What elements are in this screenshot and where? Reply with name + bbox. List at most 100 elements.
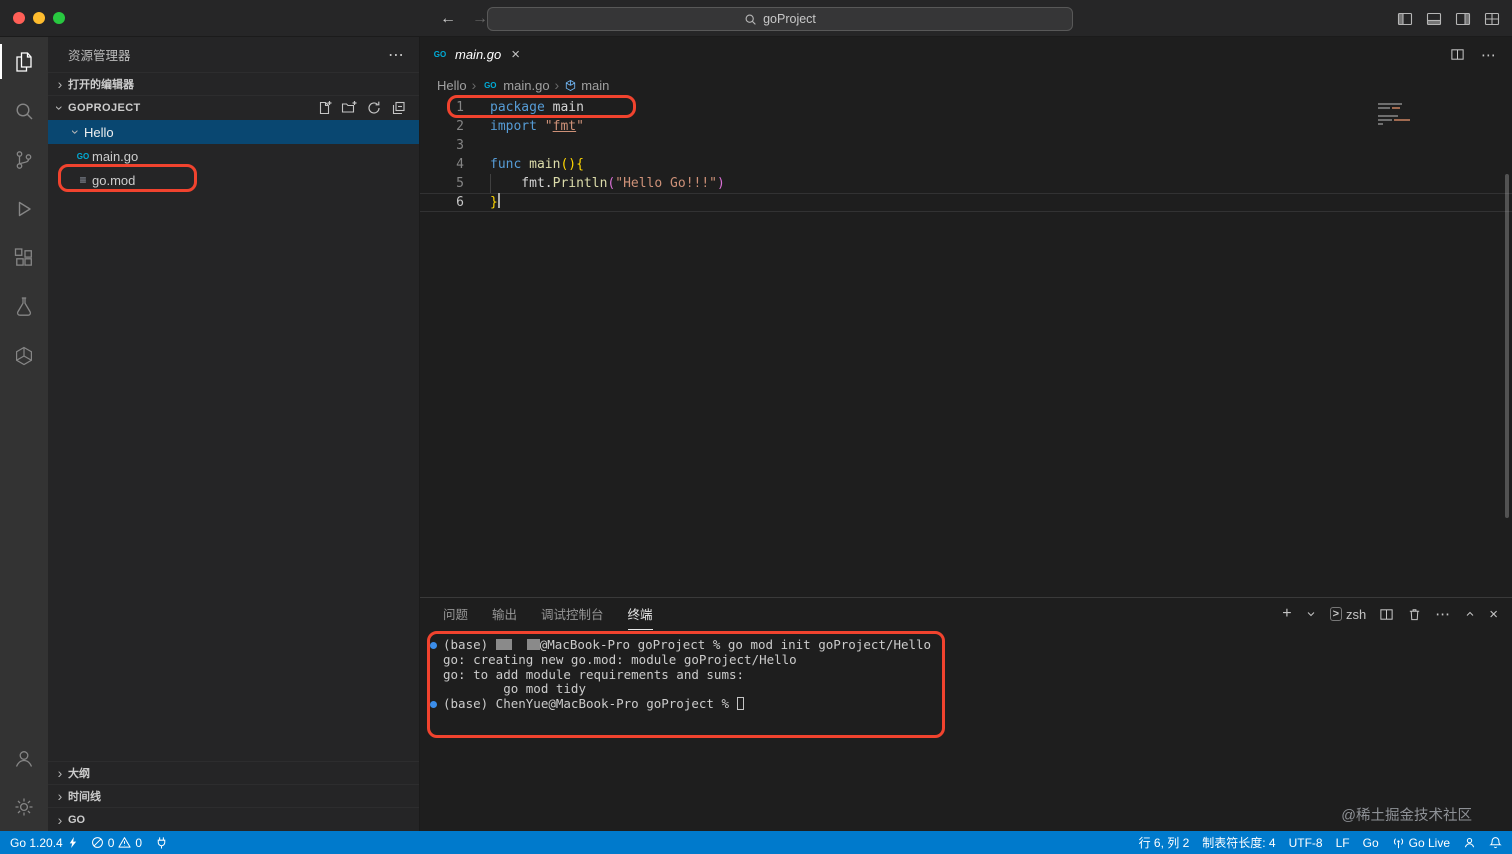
go-file-icon: GO	[76, 151, 90, 161]
go-version-item[interactable]: Go 1.20.4	[10, 836, 78, 850]
line-number: 3	[456, 138, 464, 153]
encoding-item[interactable]: UTF-8	[1289, 836, 1323, 850]
eol-item[interactable]: LF	[1336, 836, 1350, 850]
tree-item-main-go[interactable]: GO main.go	[48, 144, 419, 168]
search-icon	[744, 13, 757, 26]
terminal-cursor	[736, 697, 744, 711]
minimize-window-button[interactable]	[33, 12, 45, 24]
panel-more-actions-icon[interactable]: ⋯	[1435, 605, 1451, 623]
toggle-panel-icon[interactable]	[1426, 11, 1442, 27]
window-controls	[0, 12, 65, 24]
terminal-shell-item[interactable]: > zsh	[1329, 607, 1366, 622]
minimap[interactable]	[1378, 103, 1498, 127]
split-terminal-icon[interactable]	[1379, 607, 1394, 622]
terminal-line: go: to add module requirements and sums:	[443, 666, 745, 682]
outline-section[interactable]: › 大纲	[48, 761, 419, 784]
settings-gear-icon[interactable]	[0, 782, 48, 831]
customize-layout-icon[interactable]	[1484, 11, 1500, 27]
split-editor-icon[interactable]	[1450, 47, 1465, 62]
redacted-text	[526, 639, 540, 650]
terminal[interactable]: (base) @MacBook-Pro goProject % go mod i…	[420, 630, 1512, 831]
plug-icon[interactable]	[155, 836, 168, 849]
code-line[interactable]: 5 fmt.Println("Hello Go!!!")	[420, 174, 1512, 193]
new-terminal-icon[interactable]: +	[1282, 605, 1291, 623]
timeline-section[interactable]: › 时间线	[48, 784, 419, 807]
text-cursor	[497, 193, 500, 208]
new-file-icon[interactable]	[316, 100, 332, 116]
tab-main-go[interactable]: GO main.go ×	[420, 37, 532, 72]
explorer-sidebar: 资源管理器 ⋯ › 打开的编辑器 › GOPROJECT › Hello GO	[48, 37, 420, 831]
terminal-dropdown-icon[interactable]	[1305, 608, 1317, 620]
terminal-line: (base) @MacBook-Pro goProject % go mod i…	[430, 637, 1512, 653]
go-file-icon: GO	[433, 50, 447, 59]
code-line[interactable]: 6}	[420, 193, 1512, 212]
tab-debug-console[interactable]: 调试控制台	[541, 598, 604, 630]
close-tab-icon[interactable]: ×	[511, 46, 520, 63]
terminal-content: (base) @MacBook-Pro goProject % go mod i…	[430, 637, 1512, 712]
testing-icon[interactable]	[0, 282, 48, 331]
file-tree: › Hello GO main.go ≡ go.mod	[48, 120, 419, 192]
code-line[interactable]: 4 func main(){	[420, 155, 1512, 174]
project-section-header[interactable]: › GOPROJECT	[48, 96, 419, 120]
editor-more-actions-icon[interactable]: ⋯	[1481, 46, 1497, 64]
back-button[interactable]: ←	[440, 10, 456, 28]
open-editors-label: 打开的编辑器	[68, 79, 134, 91]
language-mode-item[interactable]: Go	[1363, 836, 1379, 850]
maximize-panel-icon[interactable]	[1464, 608, 1476, 620]
tab-terminal[interactable]: 终端	[627, 598, 653, 630]
open-editors-section[interactable]: › 打开的编辑器	[48, 72, 419, 96]
toggle-sidebar-icon[interactable]	[1397, 11, 1413, 27]
openai-extension-icon[interactable]	[0, 331, 48, 380]
bell-icon[interactable]	[1489, 836, 1502, 849]
tree-item-hello-folder[interactable]: › Hello	[48, 120, 419, 144]
tab-size-item[interactable]: 制表符长度: 4	[1202, 834, 1275, 851]
code-line[interactable]: 1 package main	[420, 98, 1512, 117]
command-decoration-dot	[430, 701, 437, 709]
code-line[interactable]: 2 import "fmt"	[420, 117, 1512, 136]
command-center-search[interactable]: goProject	[487, 7, 1073, 31]
chevron-right-icon: ›	[57, 811, 63, 828]
go-file-icon: GO	[484, 80, 497, 90]
breadcrumb-folder[interactable]: Hello	[437, 78, 467, 93]
tree-item-go-mod[interactable]: ≡ go.mod	[48, 168, 419, 192]
search-sidebar-icon[interactable]	[0, 86, 48, 135]
editor-scrollbar[interactable]	[1505, 174, 1509, 518]
sidebar-more-actions-icon[interactable]: ⋯	[388, 45, 405, 65]
go-section[interactable]: › GO	[48, 807, 419, 831]
redacted-text	[495, 639, 512, 650]
tab-problems[interactable]: 问题	[443, 598, 468, 630]
collapse-folders-icon[interactable]	[391, 100, 407, 116]
go-live-item[interactable]: Go Live	[1392, 836, 1450, 850]
close-panel-icon[interactable]: ×	[1489, 606, 1498, 623]
line-number: 1	[456, 100, 464, 115]
kill-terminal-icon[interactable]	[1407, 607, 1422, 622]
bottom-panel: 问题 输出 调试控制台 终端 + > zsh ⋯ × (base) @MacBo	[420, 597, 1512, 831]
extensions-icon[interactable]	[0, 233, 48, 282]
new-folder-icon[interactable]	[341, 100, 357, 116]
accounts-icon[interactable]	[0, 733, 48, 782]
breadcrumb-symbol[interactable]: main	[564, 78, 609, 93]
terminal-line: go mod tidy	[443, 681, 586, 697]
indent-guide	[490, 174, 491, 193]
toggle-secondary-sidebar-icon[interactable]	[1455, 11, 1471, 27]
feedback-icon[interactable]	[1463, 836, 1476, 849]
forward-button[interactable]: →	[472, 10, 488, 28]
terminal-prompt-icon: >	[1329, 607, 1342, 621]
zoom-window-button[interactable]	[53, 12, 65, 24]
cursor-position-item[interactable]: 行 6, 列 2	[1139, 834, 1190, 851]
close-window-button[interactable]	[13, 12, 25, 24]
line-number: 2	[456, 119, 464, 134]
source-control-icon[interactable]	[0, 135, 48, 184]
file-label: go.mod	[92, 172, 136, 188]
run-debug-icon[interactable]	[0, 184, 48, 233]
code-line[interactable]: 3	[420, 136, 1512, 155]
project-label: GOPROJECT	[68, 102, 141, 114]
terminal-line: (base) ChenYue@MacBook-Pro goProject %	[430, 696, 1512, 712]
refresh-icon[interactable]	[366, 100, 382, 116]
breadcrumb-file[interactable]: GO main.go	[481, 78, 549, 93]
tab-output[interactable]: 输出	[492, 598, 517, 630]
sidebar-title: 资源管理器	[68, 49, 131, 63]
problems-item[interactable]: 0 0	[91, 836, 142, 850]
explorer-icon[interactable]	[0, 37, 48, 86]
code-editor[interactable]: 1 package main 2 import "fmt" 3 4 func main(){…	[420, 98, 1512, 597]
